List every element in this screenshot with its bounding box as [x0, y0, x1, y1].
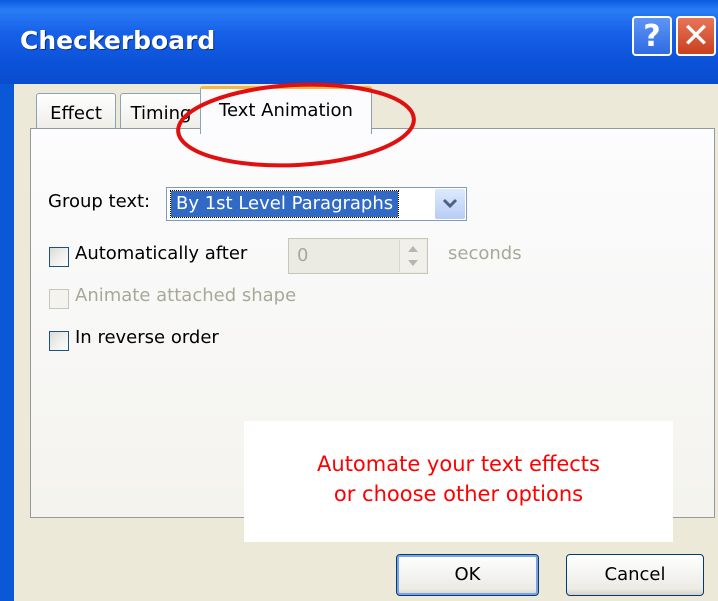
chevron-down-icon: [442, 198, 458, 209]
seconds-unit-label: seconds: [448, 243, 522, 264]
seconds-value: 0: [297, 245, 309, 266]
close-icon: ✕: [681, 16, 711, 56]
cancel-button[interactable]: Cancel: [566, 554, 704, 596]
animate-shape-label: Animate attached shape: [75, 285, 297, 306]
dropdown-arrow-button[interactable]: [435, 189, 465, 219]
dialog-client-area: Effect Timing Text Animation Group text:…: [14, 84, 718, 601]
group-text-value: By 1st Level Paragraphs: [169, 190, 400, 218]
annotation-callout: Automate your text effects or choose oth…: [244, 421, 673, 542]
auto-after-checkbox[interactable]: [49, 247, 69, 267]
title-bar[interactable]: Checkerboard ? ✕: [0, 0, 718, 84]
dialog-window: Checkerboard ? ✕ Effect Timing Text Anim…: [0, 0, 718, 601]
tab-text-animation[interactable]: Text Animation: [200, 86, 372, 134]
reverse-order-label[interactable]: In reverse order: [75, 327, 219, 348]
tab-timing[interactable]: Timing: [120, 93, 202, 133]
animate-shape-checkbox[interactable]: [49, 289, 69, 309]
help-button[interactable]: ?: [632, 16, 672, 56]
window-title: Checkerboard: [20, 26, 216, 55]
ok-button[interactable]: OK: [396, 554, 539, 596]
tab-panel: Group text: By 1st Level Paragraphs Auto…: [30, 128, 715, 542]
callout-line-2: or choose other options: [333, 482, 584, 506]
tab-effect[interactable]: Effect: [36, 93, 116, 133]
reverse-order-checkbox[interactable]: [49, 331, 69, 351]
group-text-label: Group text:: [48, 191, 151, 212]
group-text-dropdown[interactable]: By 1st Level Paragraphs: [166, 187, 467, 221]
close-button[interactable]: ✕: [676, 16, 716, 56]
auto-after-label[interactable]: Automatically after: [75, 243, 247, 264]
spinner-arrows-icon: [408, 246, 418, 266]
seconds-spinner[interactable]: 0: [288, 238, 428, 274]
callout-line-1: Automate your text effects: [317, 452, 600, 476]
help-icon: ?: [643, 18, 661, 54]
spinner-buttons[interactable]: [399, 240, 426, 272]
